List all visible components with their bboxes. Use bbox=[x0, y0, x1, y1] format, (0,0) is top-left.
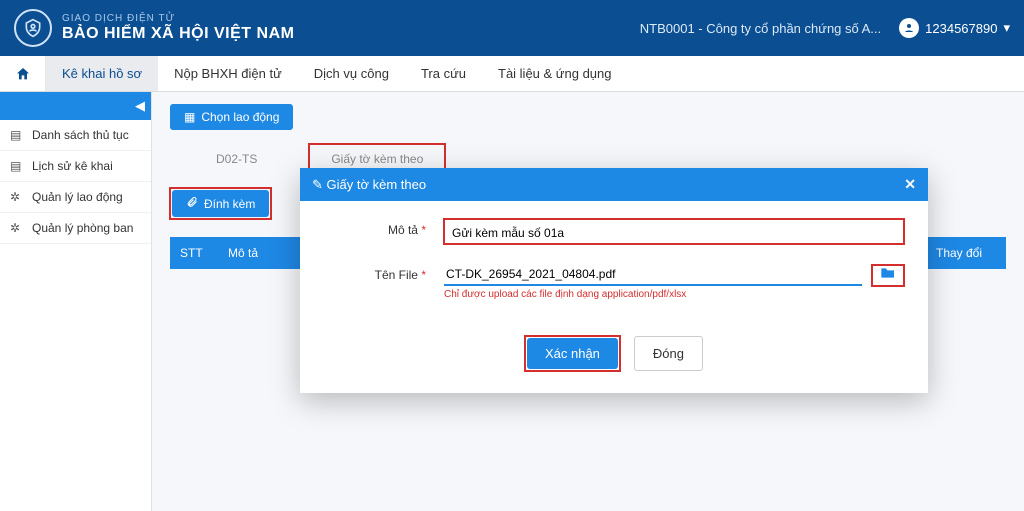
nav-tai-lieu[interactable]: Tài liệu & ứng dụng bbox=[482, 56, 628, 91]
label-tenfile: Tên File * bbox=[324, 264, 444, 282]
label-mota: Mô tả * bbox=[324, 219, 444, 237]
brand-subtitle: GIAO DỊCH ĐIỆN TỬ bbox=[62, 13, 294, 25]
avatar-icon bbox=[899, 18, 919, 38]
sidebar-item-lichsu[interactable]: ▤ Lịch sử kê khai bbox=[0, 151, 151, 182]
mota-input[interactable] bbox=[450, 223, 898, 244]
sidebar-item-phongban[interactable]: ✲ Quản lý phòng ban bbox=[0, 213, 151, 244]
gear-icon: ✲ bbox=[10, 190, 24, 204]
nav-tra-cuu[interactable]: Tra cứu bbox=[405, 56, 482, 91]
brand-header: GIAO DỊCH ĐIỆN TỬ BẢO HIỂM XÃ HỘI VIỆT N… bbox=[0, 0, 1024, 56]
attach-label: Đính kèm bbox=[204, 197, 255, 211]
nav-dich-vu-cong[interactable]: Dịch vụ công bbox=[298, 56, 405, 91]
collapse-icon: ◀ bbox=[135, 98, 145, 114]
user-menu[interactable]: 1234567890 ▾ bbox=[899, 18, 1010, 38]
col-thaydoi: Thay đổi bbox=[926, 246, 1006, 260]
sidebar-item-label: Lịch sử kê khai bbox=[32, 159, 113, 173]
nav-nop-bhxh[interactable]: Nộp BHXH điện tử bbox=[158, 56, 298, 91]
gear-icon: ✲ bbox=[10, 221, 24, 235]
choose-employee-button[interactable]: ▦ Chọn lao động bbox=[170, 104, 293, 130]
company-name: NTB0001 - Công ty cổ phần chứng số A... bbox=[640, 21, 881, 36]
main-nav: Kê khai hồ sơ Nộp BHXH điện tử Dịch vụ c… bbox=[0, 56, 1024, 92]
sidebar-item-laodong[interactable]: ✲ Quản lý lao động bbox=[0, 182, 151, 213]
list-icon: ▤ bbox=[10, 128, 24, 142]
nav-ke-khai[interactable]: Kê khai hồ sơ bbox=[46, 56, 158, 91]
brand-title: BẢO HIỂM XÃ HỘI VIỆT NAM bbox=[62, 25, 294, 43]
logo-icon bbox=[14, 9, 52, 47]
plus-icon: ▦ bbox=[184, 110, 195, 124]
sidebar-item-label: Quản lý lao động bbox=[32, 190, 123, 204]
sidebar-item-label: Danh sách thủ tục bbox=[32, 128, 129, 142]
sidebar: ◀ ▤ Danh sách thủ tục ▤ Lịch sử kê khai … bbox=[0, 92, 152, 511]
file-input[interactable] bbox=[444, 264, 862, 286]
sidebar-item-label: Quản lý phòng ban bbox=[32, 221, 133, 235]
chevron-down-icon: ▾ bbox=[1003, 20, 1010, 36]
folder-icon[interactable] bbox=[872, 265, 904, 286]
close-button[interactable]: Đóng bbox=[634, 336, 703, 371]
modal-title: Giấy tờ kèm theo bbox=[327, 177, 427, 192]
paperclip-icon bbox=[186, 196, 198, 211]
file-helper: Chỉ được upload các file định dạng appli… bbox=[444, 289, 904, 300]
nav-home[interactable] bbox=[0, 56, 46, 91]
sidebar-collapse-button[interactable]: ◀ bbox=[0, 92, 151, 120]
attach-button[interactable]: Đính kèm bbox=[172, 190, 269, 217]
username: 1234567890 bbox=[925, 21, 997, 36]
confirm-button[interactable]: Xác nhận bbox=[527, 338, 618, 369]
sidebar-item-thutuc[interactable]: ▤ Danh sách thủ tục bbox=[0, 120, 151, 151]
edit-icon: ✎ bbox=[312, 177, 327, 192]
choose-employee-label: Chọn lao động bbox=[201, 110, 279, 124]
close-icon[interactable]: ✕ bbox=[904, 176, 916, 193]
col-stt: STT bbox=[170, 246, 218, 260]
modal-header: ✎ Giấy tờ kèm theo ✕ bbox=[300, 168, 928, 201]
history-icon: ▤ bbox=[10, 159, 24, 173]
tab-d02[interactable]: D02-TS bbox=[194, 144, 279, 174]
attach-modal: ✎ Giấy tờ kèm theo ✕ Mô tả * Tên File * bbox=[300, 168, 928, 393]
